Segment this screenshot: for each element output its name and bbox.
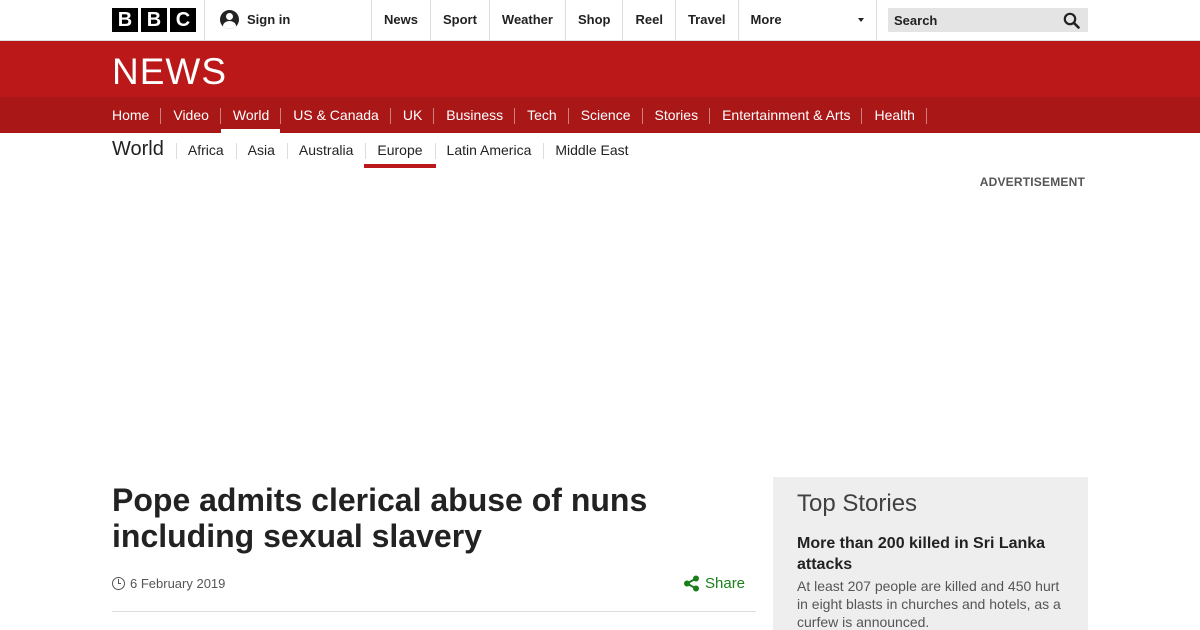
sign-in-link[interactable]: Sign in	[220, 10, 290, 29]
section-stories[interactable]: Stories	[643, 97, 711, 133]
sign-in-label: Sign in	[247, 12, 291, 27]
top-nav-weather[interactable]: Weather	[488, 0, 565, 40]
section-video[interactable]: Video	[161, 97, 221, 133]
article-headline: Pope admits clerical abuse of nuns inclu…	[112, 482, 648, 554]
world-title[interactable]: World	[112, 132, 176, 166]
bbc-logo-letter: C	[170, 8, 196, 32]
region-australia[interactable]: Australia	[286, 133, 365, 167]
share-icon	[684, 575, 699, 592]
advertisement-label: ADVERTISEMENT	[979, 175, 1085, 189]
news-section-nav: Home Video World US & Canada UK Business…	[0, 97, 1200, 133]
section-home[interactable]: Home	[112, 97, 162, 133]
top-nav-sport[interactable]: Sport	[429, 0, 489, 40]
section-world[interactable]: World	[220, 97, 282, 133]
bbc-logo-letter: B	[112, 8, 138, 32]
section-entertainment-arts[interactable]: Entertainment & Arts	[710, 97, 863, 133]
article-date: 6 February 2019	[130, 576, 226, 591]
more-label: More	[750, 12, 782, 27]
share-button[interactable]: Share	[683, 575, 745, 592]
top-nav-more-button[interactable]: More	[737, 0, 877, 40]
top-nav-travel[interactable]: Travel	[674, 0, 738, 40]
news-masthead: NEWS	[0, 41, 1200, 97]
region-asia[interactable]: Asia	[235, 133, 287, 167]
search-box	[888, 8, 1088, 32]
top-nav-shop[interactable]: Shop	[564, 0, 623, 40]
top-stories-heading: Top Stories	[797, 490, 918, 517]
story-summary: At least 207 people are killed and 450 h…	[797, 578, 1061, 630]
bbc-top-nav: News Sport Weather Shop Reel Travel More	[371, 0, 877, 40]
search-icon[interactable]	[1063, 12, 1080, 29]
article-dateline: 6 February 2019	[112, 576, 225, 591]
region-africa[interactable]: Africa	[175, 133, 236, 167]
bbc-logo-letter: B	[141, 8, 167, 32]
divider	[204, 0, 205, 40]
search-input[interactable]	[888, 8, 1058, 32]
news-logo[interactable]: NEWS	[112, 51, 227, 93]
story-link[interactable]: More than 200 killed in Sri Lanka attack…	[797, 533, 1064, 575]
share-label: Share	[705, 575, 746, 592]
section-business[interactable]: Business	[434, 97, 515, 133]
bbc-logo[interactable]: B B C	[112, 8, 196, 32]
top-stories-panel: Top Stories More than 200 killed in Sri …	[773, 477, 1088, 630]
chevron-down-icon	[857, 18, 864, 22]
top-nav-news[interactable]: News	[371, 0, 430, 40]
region-latin-america[interactable]: Latin America	[434, 133, 544, 167]
section-uk[interactable]: UK	[391, 97, 435, 133]
region-middle-east[interactable]: Middle East	[543, 133, 640, 167]
section-us-canada[interactable]: US & Canada	[281, 97, 391, 133]
user-icon	[220, 10, 239, 29]
bbc-top-bar: B B C Sign in News Sport Weather Shop Re…	[0, 0, 1200, 41]
section-health[interactable]: Health	[862, 97, 928, 133]
section-science[interactable]: Science	[569, 97, 643, 133]
divider	[112, 611, 756, 612]
clock-icon	[112, 577, 125, 590]
top-nav-reel[interactable]: Reel	[622, 0, 674, 40]
section-tech[interactable]: Tech	[515, 97, 569, 133]
world-subnav: World Africa Asia Australia Europe Latin…	[112, 133, 641, 168]
region-europe[interactable]: Europe	[364, 133, 436, 168]
